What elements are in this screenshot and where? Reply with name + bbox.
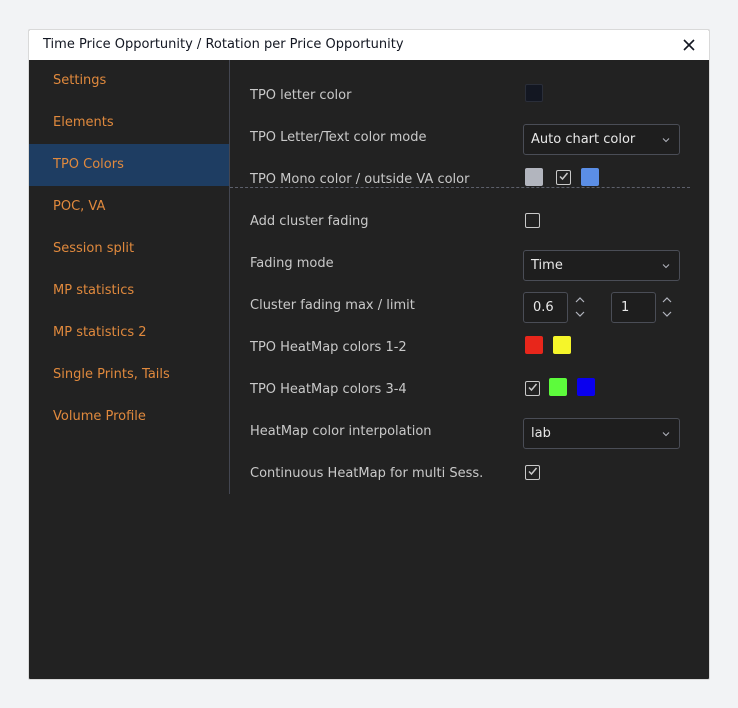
sidebar-item-poc-va[interactable]: POC, VA: [29, 186, 229, 228]
sidebar-item-label: POC, VA: [53, 199, 106, 214]
heatmap-color-4-swatch[interactable]: [577, 378, 595, 396]
row-tpo-letter-color: TPO letter color: [250, 75, 709, 117]
tpo-letter-color-label: TPO letter color: [250, 88, 352, 103]
continuous-heatmap-checkbox[interactable]: [525, 465, 540, 480]
sidebar-item-session-split[interactable]: Session split: [29, 228, 229, 270]
cluster-fading-checkbox[interactable]: [525, 213, 540, 228]
row-cluster-fading: Add cluster fading: [250, 201, 709, 243]
chevron-down-icon: [662, 264, 670, 269]
fading-limit-value: 1: [621, 300, 630, 315]
close-icon[interactable]: [679, 35, 699, 55]
row-mono-color: TPO Mono color / outside VA color: [250, 159, 709, 201]
fading-max-label: Cluster fading max / limit: [250, 298, 415, 313]
text-color-mode-label: TPO Letter/Text color mode: [250, 130, 427, 145]
interpolation-value: lab: [531, 426, 551, 441]
chevron-down-icon: [662, 432, 670, 437]
fading-max-value: 0.6: [533, 300, 554, 315]
mono-color-checkbox[interactable]: [556, 170, 571, 185]
heatmap-34-label: TPO HeatMap colors 3-4: [250, 382, 407, 397]
sidebar-nav: Settings Elements TPO Colors POC, VA Ses…: [29, 60, 229, 438]
settings-dialog: Time Price Opportunity / Rotation per Pr…: [28, 29, 710, 680]
heatmap-color-3-swatch[interactable]: [549, 378, 567, 396]
fading-limit-stepper-icon[interactable]: [661, 295, 673, 319]
row-heatmap-34: TPO HeatMap colors 3-4: [250, 369, 709, 411]
checkmark-icon: [559, 172, 569, 181]
sidebar-item-mp-statistics[interactable]: MP statistics: [29, 270, 229, 312]
tpo-letter-color-swatch[interactable]: [525, 84, 543, 102]
sidebar-item-label: Single Prints, Tails: [53, 367, 170, 382]
heatmap-color-1-swatch[interactable]: [525, 336, 543, 354]
sidebar-item-label: TPO Colors: [53, 157, 124, 172]
row-continuous-heatmap: Continuous HeatMap for multi Sess.: [250, 453, 709, 495]
text-color-mode-select[interactable]: Auto chart color: [523, 124, 680, 155]
interpolation-select[interactable]: lab: [523, 418, 680, 449]
row-heatmap-12: TPO HeatMap colors 1-2: [250, 327, 709, 369]
sidebar-item-label: MP statistics: [53, 283, 135, 298]
row-fading-mode: Fading mode Time: [250, 243, 709, 285]
sidebar-item-single-prints-tails[interactable]: Single Prints, Tails: [29, 354, 229, 396]
dialog-titlebar: Time Price Opportunity / Rotation per Pr…: [29, 30, 709, 60]
row-fading-max: Cluster fading max / limit 0.6 1: [250, 285, 709, 327]
fading-max-stepper-icon[interactable]: [574, 295, 586, 319]
fading-mode-select[interactable]: Time: [523, 250, 680, 281]
heatmap-color-2-swatch[interactable]: [553, 336, 571, 354]
row-text-color-mode: TPO Letter/Text color mode Auto chart co…: [250, 117, 709, 159]
heatmap-34-checkbox[interactable]: [525, 381, 540, 396]
sidebar-item-label: Volume Profile: [53, 409, 146, 424]
sidebar-item-elements[interactable]: Elements: [29, 102, 229, 144]
fading-mode-value: Time: [531, 258, 563, 273]
sidebar-item-tpo-colors[interactable]: TPO Colors: [29, 144, 229, 186]
sidebar-item-label: Elements: [53, 115, 114, 130]
sidebar-item-volume-profile[interactable]: Volume Profile: [29, 396, 229, 438]
row-interpolation: HeatMap color interpolation lab: [250, 411, 709, 453]
continuous-heatmap-label: Continuous HeatMap for multi Sess.: [250, 466, 484, 481]
sidebar-item-label: MP statistics 2: [53, 325, 147, 340]
cluster-fading-label: Add cluster fading: [250, 214, 369, 229]
checkmark-icon: [528, 383, 538, 392]
sidebar-item-label: Session split: [53, 241, 135, 256]
chevron-down-icon: [662, 138, 670, 143]
fading-mode-label: Fading mode: [250, 256, 334, 271]
heatmap-12-label: TPO HeatMap colors 1-2: [250, 340, 407, 355]
dialog-title: Time Price Opportunity / Rotation per Pr…: [43, 37, 404, 52]
text-color-mode-value: Auto chart color: [531, 132, 636, 147]
outside-va-color-swatch[interactable]: [581, 168, 599, 186]
interpolation-label: HeatMap color interpolation: [250, 424, 432, 439]
sidebar-item-label: Settings: [53, 73, 107, 88]
fading-limit-input[interactable]: 1: [611, 292, 656, 323]
mono-color-label: TPO Mono color / outside VA color: [250, 172, 470, 187]
sidebar-item-settings[interactable]: Settings: [29, 60, 229, 102]
checkmark-icon: [528, 467, 538, 476]
mono-color-swatch[interactable]: [525, 168, 543, 186]
sidebar-divider: [229, 60, 230, 494]
sidebar-item-mp-statistics-2[interactable]: MP statistics 2: [29, 312, 229, 354]
fading-max-input[interactable]: 0.6: [523, 292, 568, 323]
